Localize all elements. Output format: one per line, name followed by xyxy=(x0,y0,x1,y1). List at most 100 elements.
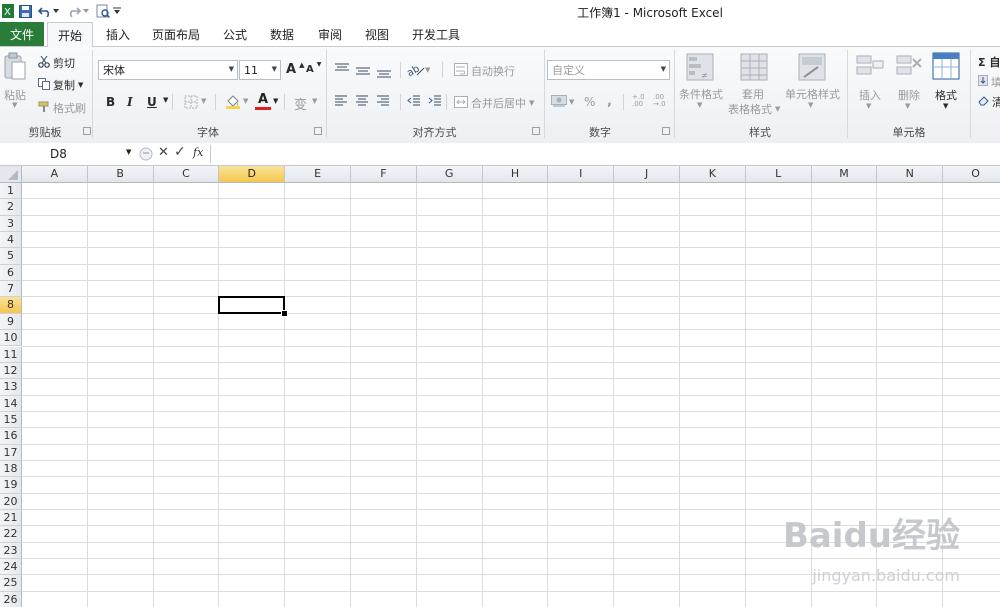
row-header-24[interactable]: 24 xyxy=(0,559,22,576)
name-box[interactable]: D8 ▼ xyxy=(2,145,136,163)
delete-cells-button[interactable]: 删除 xyxy=(898,87,920,103)
insert-cells-button[interactable]: 插入 xyxy=(859,87,881,103)
format-cells-icon[interactable] xyxy=(932,52,960,83)
column-header-h[interactable]: H xyxy=(482,166,549,183)
italic-button[interactable]: I xyxy=(127,95,133,109)
enter-entry-button[interactable]: ✓ xyxy=(174,144,186,160)
cell-styles-button[interactable]: 单元格样式 xyxy=(785,86,840,102)
format-cells-button[interactable]: 格式 xyxy=(935,87,957,103)
clear-button[interactable]: 清 xyxy=(978,94,1000,110)
number-launcher-icon[interactable] xyxy=(662,127,670,135)
shrink-font-button[interactable]: A ▼ xyxy=(306,61,321,75)
cancel-entry-button[interactable]: ✕ xyxy=(158,145,169,160)
name-box-dropdown-icon[interactable]: ▼ xyxy=(126,148,131,156)
column-header-j[interactable]: J xyxy=(614,166,680,183)
align-left-icon[interactable] xyxy=(334,95,348,110)
formula-input[interactable] xyxy=(210,145,1000,163)
cell-styles-dropdown-icon[interactable]: ▼ xyxy=(808,101,813,109)
insert-function-button[interactable]: fx xyxy=(193,146,203,159)
percent-button[interactable]: % xyxy=(584,95,595,109)
number-format-dropdown-icon[interactable]: ▼ xyxy=(661,65,666,73)
insert-cells-dropdown-icon[interactable]: ▼ xyxy=(866,102,871,110)
accounting-dropdown-icon[interactable]: ▼ xyxy=(569,98,574,106)
format-as-table-dropdown-icon[interactable]: ▼ xyxy=(775,105,780,113)
row-header-21[interactable]: 21 xyxy=(0,510,22,527)
row-header-26[interactable]: 26 xyxy=(0,591,22,607)
cut-button[interactable]: 剪切 xyxy=(38,55,75,71)
row-header-3[interactable]: 3 xyxy=(0,215,22,233)
tab-formulas[interactable]: 公式 xyxy=(215,22,255,47)
format-as-table-button[interactable]: 表格格式 ▼ xyxy=(728,101,780,117)
row-header-7[interactable]: 7 xyxy=(0,281,22,298)
active-cell[interactable] xyxy=(218,296,286,314)
align-middle-icon[interactable] xyxy=(355,65,371,80)
row-header-18[interactable]: 18 xyxy=(0,460,22,478)
fill-button[interactable]: 填 xyxy=(978,74,1000,90)
tab-developer[interactable]: 开发工具 xyxy=(405,22,467,47)
row-header-19[interactable]: 19 xyxy=(0,477,22,494)
comma-button[interactable]: , xyxy=(607,94,612,109)
tab-file[interactable]: 文件 xyxy=(0,22,44,47)
merge-center-button[interactable]: 合并后居中 ▼ xyxy=(454,95,534,111)
conditional-formatting-button[interactable]: 条件格式 xyxy=(679,86,723,102)
align-top-icon[interactable] xyxy=(334,63,350,78)
copy-dropdown-icon[interactable]: ▼ xyxy=(78,81,83,89)
paste-dropdown-icon[interactable]: ▼ xyxy=(12,101,17,109)
underline-dropdown-icon[interactable]: ▼ xyxy=(163,96,168,104)
fill-color-dropdown-icon[interactable]: ▼ xyxy=(243,97,248,105)
font-size-combo[interactable]: 11 ▼ xyxy=(239,60,281,80)
row-header-13[interactable]: 13 xyxy=(0,379,22,396)
phonetic-dropdown-icon[interactable]: ▼ xyxy=(312,97,317,105)
align-bottom-icon[interactable] xyxy=(376,67,392,82)
phonetic-button[interactable]: 变 xyxy=(294,94,307,113)
font-color-button[interactable]: A xyxy=(255,92,271,110)
orientation-dropdown-icon[interactable]: ▼ xyxy=(425,66,430,74)
conditional-formatting-dropdown-icon[interactable]: ▼ xyxy=(697,101,702,109)
row-header-14[interactable]: 14 xyxy=(0,395,22,412)
tab-home[interactable]: 开始 xyxy=(47,22,93,47)
tab-data[interactable]: 数据 xyxy=(262,22,302,47)
insert-cells-icon[interactable] xyxy=(856,53,884,82)
formula-bar-handle-icon[interactable] xyxy=(139,145,153,163)
font-size-dropdown-icon[interactable]: ▼ xyxy=(272,65,277,73)
row-header-12[interactable]: 12 xyxy=(0,362,22,380)
fill-handle[interactable] xyxy=(281,309,289,317)
conditional-formatting-icon[interactable]: ≠ xyxy=(686,53,714,84)
alignment-launcher-icon[interactable] xyxy=(532,127,540,135)
increase-indent-icon[interactable] xyxy=(428,95,442,110)
increase-decimal-button[interactable]: +.0 .00 xyxy=(632,94,650,108)
tab-review[interactable]: 审阅 xyxy=(310,22,350,47)
row-header-25[interactable]: 25 xyxy=(0,575,22,592)
row-header-15[interactable]: 15 xyxy=(0,411,22,429)
merge-center-dropdown-icon[interactable]: ▼ xyxy=(529,99,534,107)
column-header-l[interactable]: L xyxy=(745,166,812,183)
accounting-format-icon[interactable] xyxy=(551,95,567,111)
tab-page-layout[interactable]: 页面布局 xyxy=(145,22,207,47)
column-header-i[interactable]: I xyxy=(548,166,615,183)
column-header-e[interactable]: E xyxy=(285,166,351,183)
font-color-dropdown-icon[interactable]: ▼ xyxy=(273,97,278,105)
paste-icon[interactable] xyxy=(3,52,27,84)
grow-font-button[interactable]: A ▲ xyxy=(286,61,304,78)
tab-view[interactable]: 视图 xyxy=(357,22,397,47)
row-header-16[interactable]: 16 xyxy=(0,428,22,445)
column-header-n[interactable]: N xyxy=(877,166,944,183)
orientation-icon[interactable]: ab xyxy=(405,63,425,80)
align-right-icon[interactable] xyxy=(376,95,390,110)
row-header-17[interactable]: 17 xyxy=(0,444,22,461)
format-as-table-icon[interactable] xyxy=(740,53,768,84)
cell-styles-icon[interactable] xyxy=(798,53,826,84)
clipboard-launcher-icon[interactable] xyxy=(83,127,91,135)
column-header-b[interactable]: B xyxy=(87,166,154,183)
row-header-8[interactable]: 8 xyxy=(0,297,22,314)
column-header-c[interactable]: C xyxy=(153,166,220,183)
decrease-indent-icon[interactable] xyxy=(407,95,421,110)
column-header-k[interactable]: K xyxy=(680,166,746,183)
column-header-m[interactable]: M xyxy=(811,166,878,183)
font-launcher-icon[interactable] xyxy=(314,127,322,135)
borders-dropdown-icon[interactable]: ▼ xyxy=(201,97,206,105)
row-header-23[interactable]: 23 xyxy=(0,542,22,560)
delete-cells-icon[interactable] xyxy=(896,53,924,82)
row-header-22[interactable]: 22 xyxy=(0,526,22,543)
font-name-dropdown-icon[interactable]: ▼ xyxy=(229,65,234,73)
